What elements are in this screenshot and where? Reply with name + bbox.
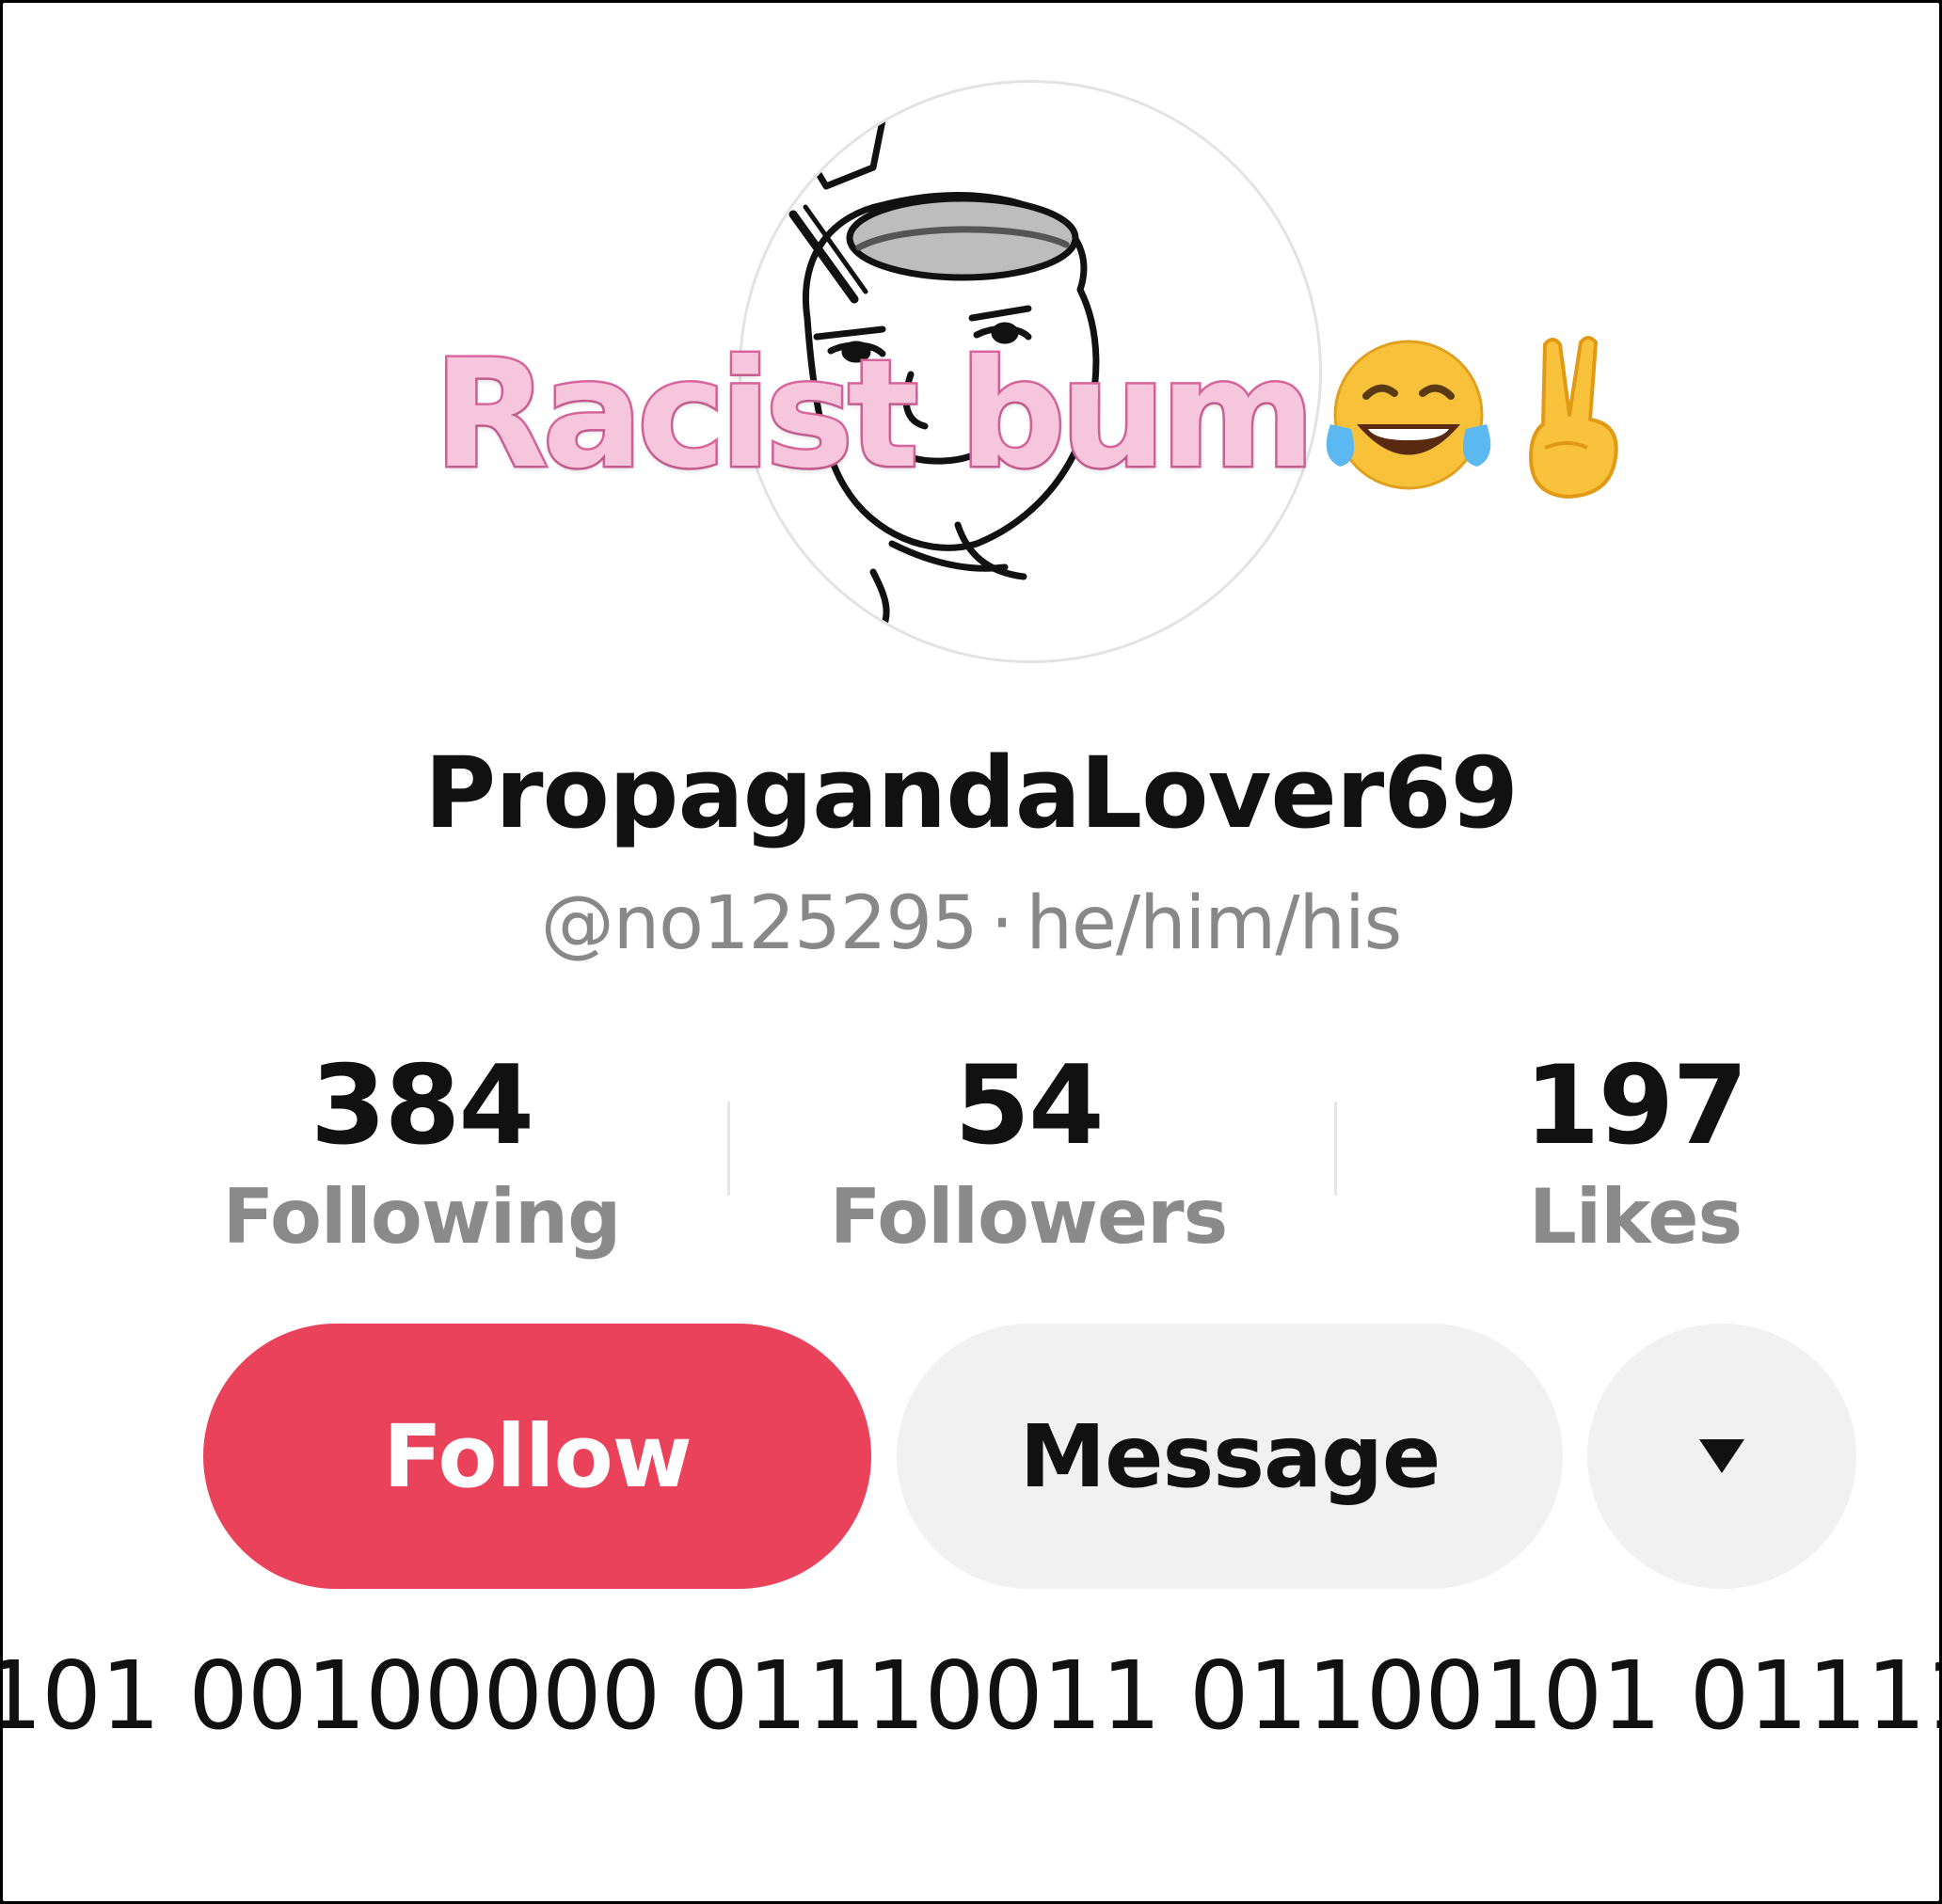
more-options-button[interactable] (1587, 1324, 1856, 1589)
stat-label: Following (222, 1173, 622, 1261)
caret-down-icon (1699, 1439, 1744, 1473)
display-name: PropagandaLover69 (424, 736, 1519, 850)
victory-hand-emoji-icon (1507, 325, 1639, 504)
stat-label: Likes (1528, 1173, 1743, 1261)
profile-screen: Racist bum PropagandaLover69 @no125295 · h… (3, 3, 1939, 1901)
stat-followers[interactable]: 54 Followers (784, 1052, 1273, 1255)
pronouns: he/him/his (1026, 881, 1402, 966)
separator-dot: · (990, 881, 1014, 966)
sticker-caption: Racist bum (432, 321, 1639, 509)
tears-of-joy-emoji-icon (1319, 335, 1498, 495)
stat-value: 384 (310, 1042, 534, 1169)
stat-value: 197 (1523, 1042, 1748, 1169)
stat-divider (727, 1102, 730, 1196)
stat-divider (1334, 1102, 1337, 1196)
stat-following[interactable]: 384 Following (177, 1052, 666, 1255)
bio-text: 0101 00100000 01110011 01100101 01111000… (3, 1641, 1939, 1751)
stat-value: 54 (954, 1042, 1104, 1169)
stat-label: Followers (829, 1173, 1228, 1261)
follow-button[interactable]: Follow (203, 1324, 871, 1589)
username-handle: @no125295 (540, 881, 979, 966)
stat-likes[interactable]: 197 Likes (1391, 1052, 1880, 1255)
handle-line: @no125295 · he/him/his (3, 887, 1939, 960)
caption-text: Racist bum (432, 328, 1318, 501)
message-button[interactable]: Message (897, 1324, 1563, 1589)
